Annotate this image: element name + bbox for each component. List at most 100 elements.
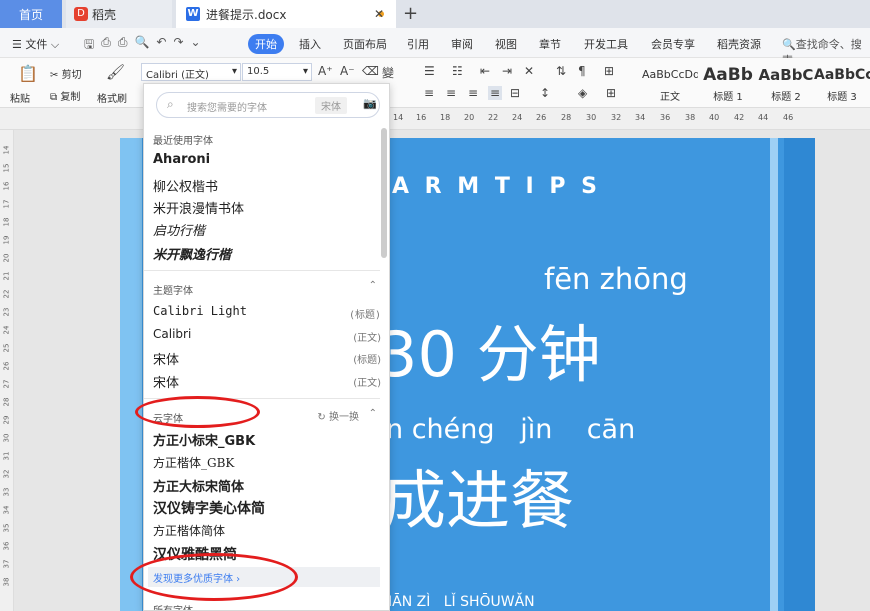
font-name-select[interactable]: Calibri (正文) ▾ <box>141 63 241 81</box>
font-item-cloud-3[interactable]: 方正大标宋简体 <box>153 476 381 495</box>
camera-icon[interactable]: 📷 <box>363 97 377 110</box>
borders-icon[interactable]: ⊞ <box>606 86 616 100</box>
doc-line-1: 30 分钟 <box>378 318 601 391</box>
menu-tab-review[interactable]: 审阅 <box>451 36 473 52</box>
new-tab-icon[interactable]: + <box>403 3 418 24</box>
paste-icon[interactable]: 📋 <box>18 64 38 83</box>
font-size-select[interactable]: 10.5 ▾ <box>242 63 312 81</box>
ruler-tick: 27 <box>2 379 11 389</box>
font-item-calibri[interactable]: Calibri (正文) <box>153 327 381 344</box>
style-heading-1[interactable]: AaBb 标题 1 <box>700 62 756 104</box>
redo-icon[interactable]: ↷ <box>173 35 183 56</box>
justify-icon[interactable]: ≡ <box>488 86 503 100</box>
distribute-icon[interactable]: ⊟ <box>510 86 520 100</box>
refresh-button[interactable]: ↻ 换一换 <box>317 408 359 423</box>
doc-pinyin-1: fēn zhōng <box>544 262 688 296</box>
align-center-icon[interactable]: ≡ <box>446 86 456 100</box>
format-painter-button[interactable]: 格式刷 <box>97 90 127 105</box>
phonetic-guide-icon[interactable]: 變 <box>382 64 394 81</box>
menu-tab-daoke-resources[interactable]: 稻壳资源 <box>717 36 761 52</box>
grow-font-icon[interactable]: A⁺ <box>318 64 333 78</box>
font-item-mikai-romance[interactable]: 米开浪漫情书体 <box>153 198 381 217</box>
undo-icon[interactable]: ↶ <box>156 35 166 56</box>
size-dropdown-chevron-icon[interactable]: ▾ <box>303 66 308 77</box>
ruler-tick: 16 <box>416 113 427 122</box>
print-preview-icon[interactable]: 🔍 <box>134 35 149 56</box>
collapse-chevron-icon[interactable]: ⌃ <box>369 408 377 419</box>
search-icon: 🔍 <box>782 38 796 51</box>
font-search-input[interactable]: ⌕ 搜索您需要的字体 宋体 📷 <box>156 92 380 118</box>
ruler-tick: 21 <box>2 271 11 281</box>
font-item-cloud-2[interactable]: 方正楷体_GBK <box>153 454 381 471</box>
ruler-tick: 28 <box>561 113 572 122</box>
export-pdf-icon[interactable]: ⎙ <box>101 35 111 56</box>
ruler-tick: 22 <box>2 289 11 299</box>
style-heading-2[interactable]: AaBbC 标题 2 <box>758 62 814 104</box>
ruler-tick: 16 <box>2 181 11 191</box>
menu-tab-references[interactable]: 引用 <box>407 36 429 52</box>
horizontal-ruler[interactable]: 14 16 18 20 22 24 26 28 30 32 34 36 38 4… <box>0 108 870 130</box>
chinese-layout-icon[interactable]: ✕ <box>524 64 534 78</box>
clear-format-icon[interactable]: ⌫ <box>362 64 379 78</box>
font-item-songti-body[interactable]: 宋体 (正文) <box>153 372 381 391</box>
decrease-indent-icon[interactable]: ⇤ <box>480 64 490 78</box>
font-item-calibri-light[interactable]: Calibri Light (标题) <box>153 304 381 321</box>
tab-document[interactable]: W 进餐提示.docx <box>176 0 396 28</box>
style-normal[interactable]: AaBbCcDd 正文 <box>642 62 698 104</box>
collapse-chevron-icon[interactable]: ⌃ <box>369 280 377 291</box>
menu-tab-member[interactable]: 会员专享 <box>651 36 695 52</box>
customize-chevron-icon[interactable]: ⌄ <box>191 35 201 56</box>
menu-tab-layout[interactable]: 页面布局 <box>343 36 387 52</box>
numbering-icon[interactable]: ☷ <box>452 64 463 78</box>
font-item-label: 汉仪铸字美心体简 <box>153 501 265 517</box>
dropdown-scrollbar[interactable] <box>381 128 387 258</box>
shading-icon[interactable]: ◈ <box>578 86 587 100</box>
menu-tab-view[interactable]: 视图 <box>495 36 517 52</box>
increase-indent-icon[interactable]: ⇥ <box>502 64 512 78</box>
table-of-contents-icon[interactable]: ⊞ <box>604 64 614 78</box>
doc-heading: A R M T I P S <box>392 174 601 199</box>
style-normal-sample: AaBbCcDd <box>642 68 698 81</box>
font-item-qigong[interactable]: 启功行楷 <box>153 220 381 239</box>
close-tab-icon[interactable]: ✕ <box>374 7 384 21</box>
font-item-songti-heading[interactable]: 宋体 (标题) <box>153 349 381 368</box>
tab-daoke[interactable]: D 稻壳 <box>66 0 172 28</box>
bullets-icon[interactable]: ☰ <box>424 64 435 78</box>
ruler-tick: 35 <box>2 523 11 533</box>
font-item-label: Calibri Light <box>153 304 247 318</box>
font-item-mikai-piaoyi[interactable]: 米开飘逸行楷 <box>153 244 381 263</box>
menu-tab-insert[interactable]: 插入 <box>299 36 321 52</box>
vertical-ruler[interactable]: 14 15 16 17 18 19 20 21 22 23 24 25 26 2… <box>0 130 14 611</box>
ruler-tick: 32 <box>611 113 622 122</box>
copy-button[interactable]: ⧉ 复制 <box>50 88 80 103</box>
ruler-tick: 20 <box>464 113 475 122</box>
format-painter-icon[interactable]: 🖌 <box>106 63 125 81</box>
shrink-font-icon[interactable]: A⁻ <box>340 64 355 78</box>
font-item-cloud-5[interactable]: 方正楷体简体 <box>153 522 381 539</box>
line-spacing-icon[interactable]: ↕ <box>540 86 550 100</box>
page-stripe-far-right <box>784 138 815 611</box>
align-right-icon[interactable]: ≡ <box>468 86 478 100</box>
recent-fonts-title: 最近使用字体 <box>153 136 213 147</box>
sort-icon[interactable]: ⇅ <box>556 64 566 78</box>
style-heading-3-label: 标题 3 <box>827 92 857 103</box>
align-left-icon[interactable]: ≡ <box>424 86 434 100</box>
font-dropdown-chevron-icon[interactable]: ▾ <box>232 66 237 77</box>
font-item-aharoni[interactable]: Aharoni <box>153 152 381 167</box>
paste-button[interactable]: 粘贴 <box>10 90 30 105</box>
font-item-liugongquan[interactable]: 柳公权楷书 <box>153 176 381 195</box>
font-item-label: 宋体 <box>153 353 180 368</box>
show-marks-icon[interactable]: ¶ <box>578 64 586 78</box>
cut-button[interactable]: ✂ 剪切 <box>50 66 82 81</box>
menu-tab-start[interactable]: 开始 <box>248 34 284 54</box>
save-icon[interactable]: 🖫 <box>84 35 94 56</box>
tab-home[interactable]: 首页 <box>0 0 62 28</box>
menu-tab-section[interactable]: 章节 <box>539 36 561 52</box>
font-item-cloud-1[interactable]: 方正小标宋_GBK <box>153 430 381 449</box>
file-menu[interactable]: ☰ 文件 ⌵ <box>12 36 59 52</box>
style-heading-3[interactable]: AaBbCc 标题 3 <box>814 62 870 104</box>
style-heading-1-sample: AaBb <box>703 65 753 85</box>
menu-tab-developer[interactable]: 开发工具 <box>584 36 628 52</box>
print-icon[interactable]: ⎙ <box>118 35 128 56</box>
font-item-cloud-4[interactable]: 汉仪铸字美心体简 <box>153 498 381 518</box>
